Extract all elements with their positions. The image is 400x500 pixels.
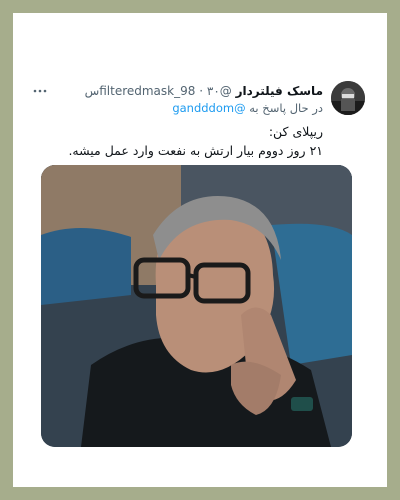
more-dots-icon[interactable] [33, 83, 47, 97]
tweet-text-line-2: ۲۱ روز دووم بیار ارتش به نفعت وارد عمل م… [68, 143, 323, 158]
user-avatar[interactable] [331, 81, 365, 115]
display-name[interactable]: ماسک فیلتردار [236, 84, 323, 98]
reply-prefix: در حال پاسخ به [249, 101, 323, 115]
avatar-image [331, 81, 365, 115]
tweet-text: ریپلای کن: ۲۱ روز دووم بیار ارتش به نفعت… [68, 122, 323, 160]
reply-mention-link[interactable]: @gandddom [172, 101, 245, 115]
reply-context: در حال پاسخ به @gandddom [172, 100, 323, 116]
separator-dot: · [199, 84, 204, 98]
tweet-card[interactable]: ماسک فیلتردار @filteredmask_98 · ۳۰س در … [13, 13, 387, 487]
photo-image [41, 165, 352, 447]
tweet-header: ماسک فیلتردار @filteredmask_98 · ۳۰س [85, 83, 323, 99]
tweet-text-line-1: ریپلای کن: [268, 124, 323, 139]
tweet-media-photo[interactable] [41, 165, 352, 447]
